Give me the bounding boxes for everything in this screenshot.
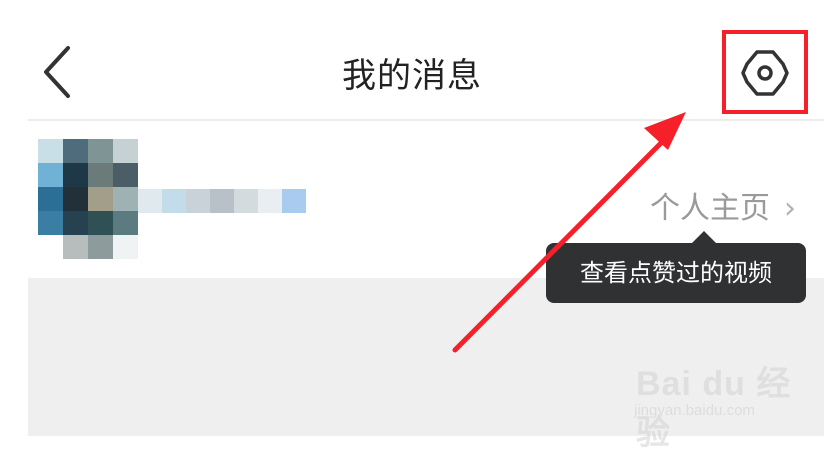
watermark-url: jingyan.baidu.com	[634, 402, 755, 419]
homepage-label: 个人主页	[650, 191, 770, 226]
tooltip: 查看点赞过的视频	[546, 231, 806, 303]
homepage-link[interactable]: 个人主页 ›	[650, 183, 796, 227]
page-title: 我的消息	[342, 56, 482, 96]
baidu-watermark: Bai du 经验 jingyan.baidu.com	[628, 350, 818, 452]
tooltip-text: 查看点赞过的视频	[580, 259, 772, 287]
settings-highlight-box	[722, 30, 808, 114]
chevron-right-icon: ›	[784, 191, 796, 226]
avatar[interactable]	[38, 139, 138, 261]
top-bar: 我的消息	[0, 0, 824, 120]
username-blurred	[138, 189, 306, 213]
